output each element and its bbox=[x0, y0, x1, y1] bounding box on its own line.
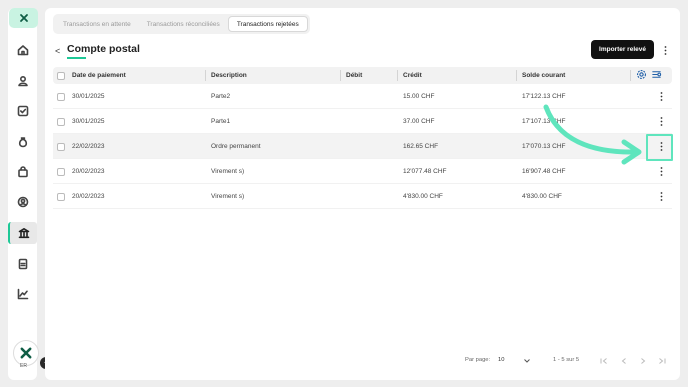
cell-description: Virement s) bbox=[211, 167, 245, 175]
per-page-select[interactable]: 10 bbox=[498, 357, 504, 363]
column-divider bbox=[340, 70, 341, 81]
row-checkbox[interactable] bbox=[57, 193, 65, 201]
previous-page-icon[interactable] bbox=[621, 358, 627, 364]
sidebar-item-shop[interactable] bbox=[8, 161, 37, 183]
sidebar bbox=[8, 8, 38, 380]
row-checkbox[interactable] bbox=[57, 143, 65, 151]
brand-logo[interactable] bbox=[9, 8, 38, 28]
cell-credit: 37.00 CHF bbox=[403, 117, 435, 125]
row-checkbox[interactable] bbox=[57, 93, 65, 101]
user-avatar-logo-icon bbox=[20, 347, 32, 359]
sidebar-item-documents[interactable] bbox=[8, 253, 37, 275]
more-options-icon[interactable] bbox=[659, 44, 671, 56]
column-header-description[interactable]: Description bbox=[211, 67, 247, 84]
cell-description: Parte2 bbox=[211, 92, 231, 100]
kebab-menu-icon bbox=[664, 45, 666, 55]
column-divider bbox=[397, 70, 398, 81]
support-icon bbox=[17, 196, 28, 208]
column-divider bbox=[205, 70, 206, 81]
row-actions-kebab-icon[interactable] bbox=[657, 159, 665, 183]
checkbox-icon bbox=[17, 105, 28, 117]
cell-credit: 162.65 CHF bbox=[403, 142, 439, 150]
avatar-initials: ER bbox=[20, 363, 27, 369]
per-page-label: Par page: bbox=[465, 357, 491, 363]
cell-credit: 15.00 CHF bbox=[403, 92, 435, 100]
money-bag-icon bbox=[18, 137, 27, 148]
chart-icon bbox=[17, 288, 28, 300]
column-header-balance[interactable]: Solde courant bbox=[522, 67, 565, 84]
table-header-actions bbox=[636, 69, 662, 80]
annotation-highlight-box bbox=[646, 134, 673, 161]
main-panel: Transactions en attente Transactions réc… bbox=[45, 8, 680, 380]
filter-columns-icon[interactable] bbox=[651, 69, 662, 80]
select-all-checkbox[interactable] bbox=[57, 72, 65, 80]
bank-icon bbox=[18, 228, 29, 239]
cell-balance: 4'830.00 CHF bbox=[522, 192, 562, 200]
table-header: Date de paiement Description Débit Crédi… bbox=[53, 67, 672, 84]
sidebar-item-bank[interactable] bbox=[8, 222, 37, 244]
cell-date: 20/02/2023 bbox=[72, 192, 105, 200]
import-statement-button[interactable]: Importer relevé bbox=[591, 40, 654, 59]
sidebar-item-tasks[interactable] bbox=[8, 100, 37, 122]
home-icon bbox=[17, 45, 28, 56]
page-title: Compte postal bbox=[67, 43, 140, 55]
annotation-arrow-icon bbox=[543, 104, 642, 165]
pagination-range: 1 - 5 sur 5 bbox=[553, 357, 580, 363]
column-header-credit[interactable]: Crédit bbox=[403, 67, 422, 84]
tab-reconciled[interactable]: Transactions réconciliées bbox=[139, 16, 228, 32]
cell-date: 30/01/2025 bbox=[72, 92, 105, 100]
column-divider bbox=[516, 70, 517, 81]
settings-gear-icon[interactable] bbox=[636, 69, 647, 80]
column-divider bbox=[630, 70, 631, 81]
sidebar-item-contacts[interactable] bbox=[8, 70, 37, 92]
next-page-icon[interactable] bbox=[640, 358, 646, 364]
row-actions-kebab-icon[interactable] bbox=[657, 184, 665, 208]
row-actions-kebab-icon[interactable] bbox=[657, 109, 665, 133]
cell-date: 30/01/2025 bbox=[72, 117, 105, 125]
tab-pending[interactable]: Transactions en attente bbox=[55, 16, 139, 32]
cell-credit: 12'077.48 CHF bbox=[403, 167, 447, 175]
first-page-icon[interactable] bbox=[600, 358, 608, 364]
title-underline bbox=[67, 57, 86, 59]
cell-description: Ordre permanent bbox=[211, 142, 261, 150]
row-actions-kebab-icon[interactable] bbox=[657, 84, 665, 108]
sidebar-item-home[interactable] bbox=[8, 39, 37, 61]
sidebar-item-finance[interactable] bbox=[8, 131, 37, 153]
cell-credit: 4'830.00 CHF bbox=[403, 192, 443, 200]
column-header-date[interactable]: Date de paiement bbox=[72, 67, 126, 84]
cell-date: 22/02/2023 bbox=[72, 142, 105, 150]
cell-description: Virement s) bbox=[211, 192, 245, 200]
cell-description: Parte1 bbox=[211, 117, 231, 125]
chevron-down-icon[interactable] bbox=[524, 359, 530, 363]
sidebar-item-support[interactable] bbox=[8, 191, 37, 213]
document-icon bbox=[18, 258, 27, 270]
brand-logo-icon bbox=[19, 14, 28, 22]
column-header-debit[interactable]: Débit bbox=[346, 67, 362, 84]
cell-date: 20/02/2023 bbox=[72, 167, 105, 175]
row-checkbox[interactable] bbox=[57, 118, 65, 126]
contacts-icon bbox=[17, 75, 28, 87]
shopping-bag-icon bbox=[17, 166, 28, 178]
sidebar-item-reports[interactable] bbox=[8, 283, 37, 305]
table-row[interactable]: 20/02/2023 Virement s) 4'830.00 CHF 4'83… bbox=[53, 184, 672, 209]
row-checkbox[interactable] bbox=[57, 168, 65, 176]
tab-rejected[interactable]: Transactions rejetées bbox=[227, 16, 308, 32]
last-page-icon[interactable] bbox=[658, 358, 666, 364]
back-chevron-icon[interactable]: < bbox=[55, 46, 60, 56]
tab-bar: Transactions en attente Transactions réc… bbox=[53, 14, 310, 34]
